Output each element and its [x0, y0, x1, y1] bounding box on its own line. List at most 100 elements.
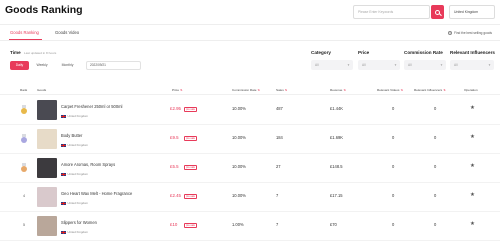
column-commission[interactable]: Commission Rate⇅ — [232, 88, 260, 92]
product-image[interactable] — [37, 158, 57, 178]
star-icon[interactable]: ★ — [470, 105, 475, 111]
help-icon: ? — [448, 31, 453, 35]
sort-icon: ⇅ — [343, 88, 346, 92]
price-tag: pre-sale — [184, 164, 198, 171]
influencers-value: 0 — [434, 106, 437, 111]
sales-value: 27 — [276, 164, 281, 169]
region-select[interactable]: United Kingdom — [449, 5, 495, 19]
influencers-label: Relevant Influencers — [450, 50, 495, 55]
sales-value: 7 — [276, 222, 279, 227]
page-title: Goods Ranking — [5, 4, 83, 16]
origin-text: United Kingdom — [67, 230, 89, 234]
column-videos[interactable]: Relevant Videos⇅ — [377, 88, 403, 92]
product-origin: United Kingdom — [61, 143, 88, 147]
tab-goods-video[interactable]: Goods Video — [55, 30, 79, 35]
goods-ranking-page: Goods Ranking United Kingdom Goods Ranki… — [0, 0, 500, 247]
search-button[interactable] — [431, 5, 444, 19]
column-sales[interactable]: Sales⇅ — [276, 88, 287, 92]
table-row[interactable]: Carpet Freshener 250ml or 500ml United Ki… — [0, 96, 500, 125]
commission-value: 10.00% — [232, 164, 246, 169]
column-revenue-label: Revenue — [330, 88, 343, 92]
column-videos-label: Relevant Videos — [377, 88, 400, 92]
revenue-value: £70 — [330, 222, 337, 227]
product-origin: United Kingdom — [61, 201, 88, 205]
commission-value: 10.00% — [232, 135, 246, 140]
table-row[interactable]: 4 Geo Heart Wax Melt - Home Fragrance Unit… — [0, 183, 500, 212]
sort-icon: ⇅ — [180, 88, 183, 92]
sort-icon: ⇅ — [443, 88, 446, 92]
product-name[interactable]: Slippers for Women — [61, 220, 97, 225]
commission-value: 1.00% — [232, 222, 244, 227]
price-tag: pre-sale — [184, 135, 198, 142]
price-tag: pre-sale — [184, 106, 198, 113]
flag-icon — [61, 201, 66, 205]
table-row[interactable]: 5 Slippers for Women United Kingdom £10 pre-… — [0, 212, 500, 241]
product-name[interactable]: Body Butter — [61, 133, 82, 138]
commission-value: 10.00% — [232, 106, 246, 111]
table-row[interactable]: Amore Aromas, Room Sprays United Kingdom £… — [0, 154, 500, 183]
column-revenue[interactable]: Revenue⇅ — [330, 88, 346, 92]
influencers-value: 0 — [434, 193, 437, 198]
price-value: £9.5 — [170, 135, 179, 140]
videos-value: 0 — [392, 193, 395, 198]
column-price[interactable]: Price⇅ — [172, 88, 183, 92]
product-image[interactable] — [37, 187, 57, 207]
period-daily[interactable]: Daily — [10, 61, 29, 70]
column-influencers[interactable]: Relevant Influencers⇅ — [414, 88, 446, 92]
product-name[interactable]: Geo Heart Wax Melt - Home Fragrance — [61, 191, 132, 196]
price-label: Price — [358, 50, 370, 55]
period-monthly[interactable]: Monthly — [57, 61, 78, 70]
product-name[interactable]: Carpet Freshener 250ml or 500ml — [61, 104, 122, 109]
commission-select[interactable]: All ▼ — [404, 60, 446, 70]
revenue-value: £17.15 — [330, 193, 343, 198]
chevron-down-icon: ▼ — [347, 63, 350, 67]
origin-text: United Kingdom — [67, 201, 89, 205]
commission-label: Commission Rate — [404, 50, 443, 55]
rank-number: 4 — [23, 194, 25, 198]
influencers-value: 0 — [434, 135, 437, 140]
category-select[interactable]: All ▼ — [311, 60, 353, 70]
product-image[interactable] — [37, 129, 57, 149]
table-row[interactable]: Body Butter United Kingdom £9.5 pre-sale 10.… — [0, 125, 500, 154]
sales-value: 7 — [276, 193, 279, 198]
period-weekly[interactable]: Weekly — [32, 61, 52, 70]
search-icon — [435, 9, 440, 15]
header-divider — [0, 24, 500, 25]
influencers-value: All — [454, 63, 458, 67]
column-goods: Goods — [37, 88, 47, 92]
revenue-value: £148.5 — [330, 164, 343, 169]
price-select[interactable]: All ▼ — [358, 60, 400, 70]
rank-number: 5 — [23, 223, 25, 227]
product-name[interactable]: Amore Aromas, Room Sprays — [61, 162, 115, 167]
sort-icon: ⇅ — [284, 88, 288, 92]
table-header: Rank Goods Price⇅ Commission Rate⇅ Sales… — [0, 86, 500, 94]
star-icon[interactable]: ★ — [470, 192, 475, 198]
star-icon[interactable]: ★ — [470, 134, 475, 140]
search-input[interactable] — [353, 5, 430, 19]
price-tag: pre-sale — [184, 222, 198, 229]
flag-icon — [61, 114, 66, 118]
commission-value: 10.00% — [232, 193, 246, 198]
star-icon[interactable]: ★ — [470, 221, 475, 227]
revenue-value: £1.44K — [330, 106, 343, 111]
product-image[interactable] — [37, 100, 57, 120]
product-image[interactable] — [37, 216, 57, 236]
price-value: £10 — [170, 222, 178, 227]
category-value: All — [315, 63, 319, 67]
medal-icon — [20, 163, 27, 172]
column-sales-label: Sales — [276, 88, 284, 92]
flag-icon — [61, 230, 66, 234]
revenue-value: £1.69K — [330, 135, 343, 140]
influencers-value: 0 — [434, 164, 437, 169]
date-select[interactable]: 2022/09/21 — [86, 61, 141, 70]
star-icon[interactable]: ★ — [470, 163, 475, 169]
videos-value: 0 — [392, 135, 395, 140]
sales-value: 487 — [276, 106, 283, 111]
help-tip[interactable]: ? Find the best selling goods — [448, 31, 492, 35]
influencers-value: 0 — [434, 222, 437, 227]
time-filter-label: Time — [10, 50, 21, 55]
sort-icon: ⇅ — [257, 88, 260, 92]
column-operation: Operation — [464, 88, 478, 92]
influencers-select[interactable]: All ▼ — [450, 60, 494, 70]
tab-goods-ranking[interactable]: Goods Ranking — [10, 30, 39, 35]
